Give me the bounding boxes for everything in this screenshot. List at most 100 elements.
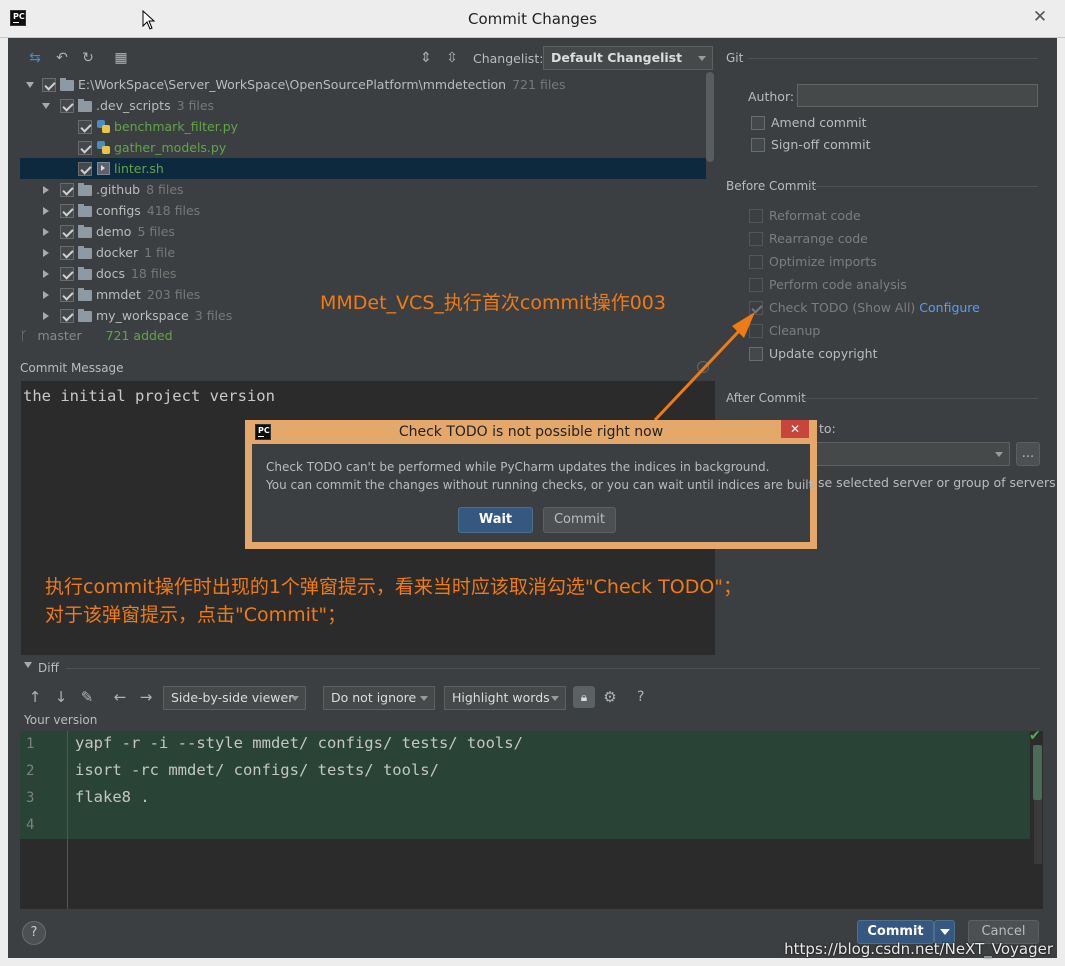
line-number: 4	[26, 817, 35, 833]
tree-row-demo[interactable]: demo 5 files	[20, 221, 706, 242]
collapse-diff-icon[interactable]	[24, 662, 32, 668]
tree-row-gather-models[interactable]: gather_models.py	[20, 137, 706, 158]
folder-icon	[78, 225, 92, 238]
dialog-title-bar: PC Check TODO is not possible right now …	[245, 420, 817, 444]
chevron-down-icon	[420, 696, 428, 701]
mouse-cursor-icon	[142, 9, 156, 30]
folder-icon	[78, 99, 92, 112]
tree-checkbox[interactable]	[60, 183, 74, 197]
window-close-button[interactable]: ✕	[1025, 6, 1055, 28]
highlight-value: Highlight words	[452, 690, 550, 705]
forward-icon[interactable]: →	[137, 688, 155, 706]
tree-item-label: .github 8 files	[96, 179, 184, 200]
next-diff-icon[interactable]: ↓	[52, 688, 70, 706]
help-button[interactable]: ?	[22, 921, 46, 945]
tree-item-count: 418 files	[146, 203, 201, 218]
tree-row-linter[interactable]: linter.sh	[20, 158, 706, 179]
tree-checkbox[interactable]	[60, 246, 74, 260]
expand-arrow-icon[interactable]	[26, 82, 34, 88]
tree-item-label: docs 18 files	[96, 263, 176, 284]
tree-checkbox[interactable]	[60, 309, 74, 323]
ignore-select[interactable]: Do not ignore	[323, 686, 435, 710]
signoff-label: Sign-off commit	[771, 137, 871, 152]
upload-to-label: to:	[819, 421, 836, 436]
refresh-icon[interactable]: ↻	[79, 49, 97, 67]
tree-item-count: 8 files	[146, 182, 184, 197]
tree-checkbox[interactable]	[42, 78, 56, 92]
tree-row-benchmark-filter[interactable]: benchmark_filter.py	[20, 116, 706, 137]
tree-row-docs[interactable]: docs 18 files	[20, 263, 706, 284]
tree-checkbox[interactable]	[60, 204, 74, 218]
expand-all-icon[interactable]: ⇕	[417, 49, 435, 67]
expand-arrow-icon[interactable]	[43, 249, 49, 257]
changes-tree[interactable]: E:\WorkSpace\Server_WorkSpace\OpenSource…	[20, 72, 716, 324]
group-by-icon[interactable]: ▦	[112, 49, 130, 67]
reformat-label: Reformat code	[769, 208, 861, 223]
rollback-icon[interactable]: ↶	[53, 49, 71, 67]
settings-gear-icon[interactable]: ⚙	[601, 688, 619, 706]
collapse-all-icon[interactable]: ⇳	[443, 49, 461, 67]
optimize-label: Optimize imports	[769, 254, 877, 269]
annotation-arrow	[653, 312, 755, 422]
expand-arrow-icon[interactable]	[43, 291, 49, 299]
check-todo-dialog: PC Check TODO is not possible right now …	[245, 420, 817, 549]
annotation-note-2: 对于该弹窗提示，点击"Commit"；	[45, 604, 347, 626]
tree-checkbox[interactable]	[78, 120, 92, 134]
check-todo-label: Check TODO (Show All) Configure	[769, 299, 980, 317]
dialog-commit-button[interactable]: Commit	[543, 507, 616, 533]
changelist-select[interactable]: Default Changelist	[543, 46, 713, 70]
expand-arrow-icon[interactable]	[43, 312, 49, 320]
prev-diff-icon[interactable]: ↑	[26, 688, 44, 706]
tree-checkbox[interactable]	[60, 99, 74, 113]
tree-item-label: demo 5 files	[96, 221, 175, 242]
tree-scrollbar[interactable]	[706, 72, 714, 162]
code-line: yapf -r -i --style mmdet/ configs/ tests…	[75, 734, 523, 752]
author-input[interactable]	[797, 84, 1038, 107]
dialog-body: Check TODO can't be performed while PyCh…	[252, 444, 817, 542]
tree-row-root[interactable]: E:\WorkSpace\Server_WorkSpace\OpenSource…	[20, 74, 706, 95]
tree-row-dev-scripts[interactable]: .dev_scripts 3 files	[20, 95, 706, 116]
upload-server-select[interactable]	[812, 442, 1010, 466]
expand-arrow-icon[interactable]	[43, 207, 49, 215]
tree-row-configs[interactable]: configs 418 files	[20, 200, 706, 221]
tree-checkbox[interactable]	[60, 288, 74, 302]
tree-item-name: gather_models.py	[114, 140, 227, 155]
code-line: isort -rc mmdet/ configs/ tests/ tools/	[75, 761, 439, 779]
tree-row-github[interactable]: .github 8 files	[20, 179, 706, 200]
signoff-checkbox[interactable]	[751, 138, 765, 152]
browse-servers-button[interactable]: ...	[1016, 442, 1040, 466]
tree-checkbox[interactable]	[78, 162, 92, 176]
chevron-down-icon	[995, 452, 1003, 457]
tree-item-name: linter.sh	[114, 161, 164, 176]
expand-arrow-icon[interactable]	[42, 103, 50, 109]
tree-checkbox[interactable]	[78, 141, 92, 155]
analysis-label: Perform code analysis	[769, 277, 907, 292]
highlight-select[interactable]: Highlight words	[444, 686, 566, 710]
diff-scrollbar[interactable]	[1033, 745, 1042, 800]
expand-arrow-icon[interactable]	[43, 270, 49, 278]
back-icon[interactable]: ←	[111, 688, 129, 706]
amend-checkbox[interactable]	[751, 116, 765, 130]
cleanup-label: Cleanup	[769, 323, 821, 338]
tree-item-name: E:\WorkSpace\Server_WorkSpace\OpenSource…	[78, 77, 507, 92]
tree-checkbox[interactable]	[60, 267, 74, 281]
lock-icon[interactable]: 🔒︎	[573, 686, 595, 708]
dialog-close-button[interactable]: ✕	[781, 420, 809, 438]
viewer-select[interactable]: Side-by-side viewer	[163, 686, 306, 710]
commit-message-text[interactable]: the initial project version	[23, 387, 275, 405]
show-diff-icon[interactable]: ⇆	[26, 49, 44, 67]
expand-arrow-icon[interactable]	[43, 186, 49, 194]
check-todo-text: Check TODO (Show All)	[769, 300, 916, 315]
folder-icon	[78, 267, 92, 280]
tree-item-name: demo	[96, 224, 132, 239]
tree-item-label: docker 1 file	[96, 242, 175, 263]
diff-help-icon[interactable]: ?	[637, 689, 644, 705]
rearrange-label: Rearrange code	[769, 231, 868, 246]
python-file-icon	[97, 141, 110, 154]
expand-arrow-icon[interactable]	[43, 228, 49, 236]
tree-row-docker[interactable]: docker 1 file	[20, 242, 706, 263]
edit-source-icon[interactable]: ✎	[78, 688, 96, 706]
tree-checkbox[interactable]	[60, 225, 74, 239]
wait-button[interactable]: Wait	[458, 507, 533, 533]
configure-link[interactable]: Configure	[919, 300, 980, 315]
